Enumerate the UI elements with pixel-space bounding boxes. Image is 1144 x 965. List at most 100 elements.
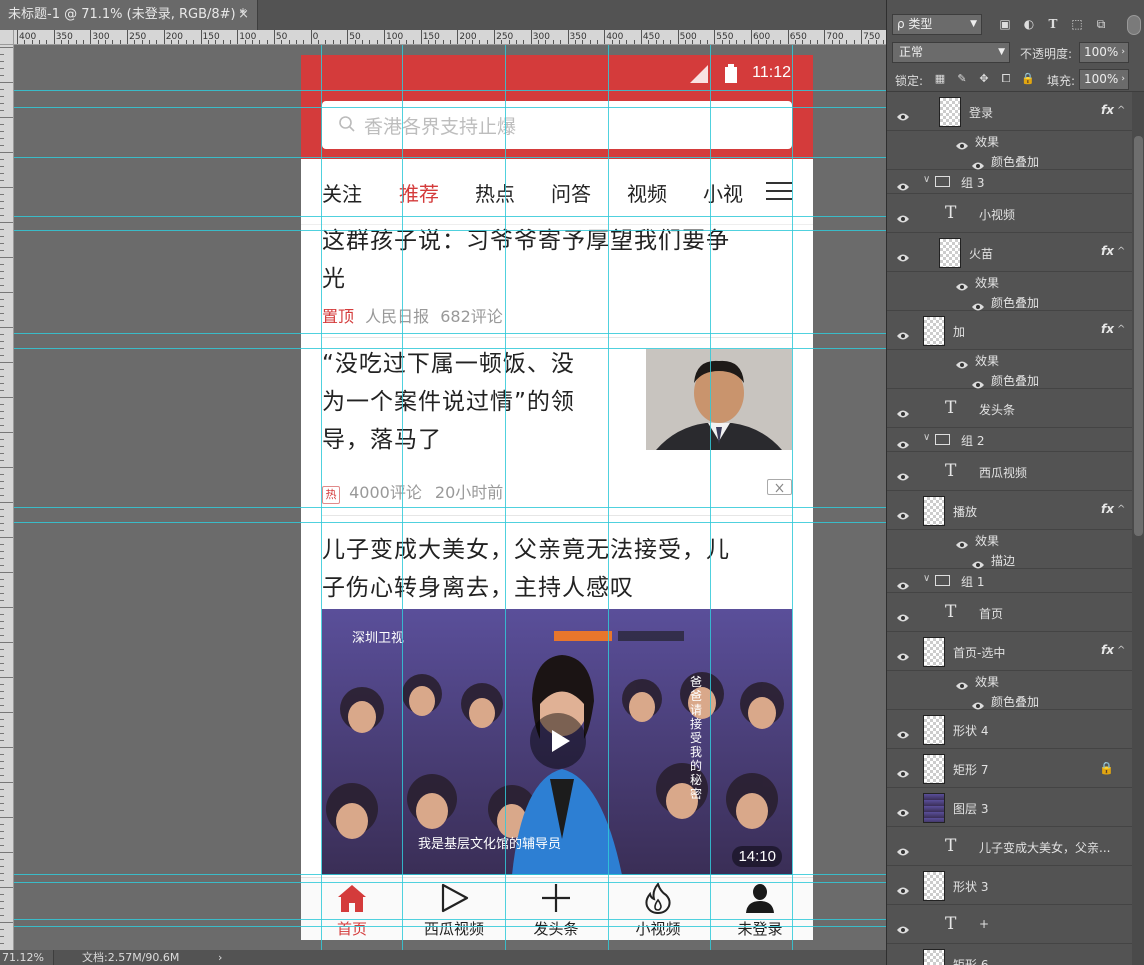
- horizontal-guide[interactable]: [14, 333, 886, 334]
- vertical-guide[interactable]: [792, 45, 793, 950]
- visibility-eye-icon[interactable]: [896, 647, 910, 660]
- layer-row[interactable]: 加 fx ^: [887, 311, 1132, 350]
- layer-row[interactable]: 描边: [887, 550, 1132, 569]
- lock-transparent-icon[interactable]: ▦: [933, 72, 947, 86]
- layer-row[interactable]: 形状 4: [887, 710, 1132, 749]
- layer-row[interactable]: 形状 3: [887, 866, 1132, 905]
- layer-row[interactable]: 效果: [887, 272, 1132, 292]
- collapse-effects-icon[interactable]: ^: [1117, 246, 1125, 257]
- visibility-eye-icon[interactable]: [896, 248, 910, 261]
- visibility-eye-icon[interactable]: [896, 326, 910, 339]
- ruler-corner[interactable]: [0, 30, 14, 45]
- effects-fx-icon[interactable]: fx: [1101, 502, 1114, 516]
- chevron-down-icon[interactable]: ∨: [923, 432, 930, 443]
- dismiss-button[interactable]: [767, 479, 792, 495]
- visibility-eye-icon[interactable]: [896, 177, 910, 191]
- visibility-eye-icon[interactable]: [896, 467, 910, 480]
- layer-row[interactable]: ∨ 组 3: [887, 170, 1132, 194]
- vertical-ruler[interactable]: [0, 45, 14, 950]
- visibility-eye-icon[interactable]: [971, 156, 985, 169]
- layer-row[interactable]: T 首页: [887, 593, 1132, 632]
- tab-small-video[interactable]: 小视频: [607, 878, 709, 940]
- opacity-input[interactable]: 100% ›: [1079, 42, 1129, 63]
- horizontal-guide[interactable]: [14, 216, 886, 217]
- visibility-eye-icon[interactable]: [896, 435, 910, 449]
- layer-row[interactable]: 播放 fx ^: [887, 491, 1132, 530]
- layers-scroll-thumb[interactable]: [1134, 136, 1143, 536]
- channel-qa[interactable]: 问答: [551, 178, 591, 207]
- visibility-eye-icon[interactable]: [971, 555, 985, 568]
- tab-home[interactable]: 首页: [301, 878, 403, 940]
- layer-row[interactable]: 效果: [887, 350, 1132, 370]
- status-menu-arrow-icon[interactable]: ›: [218, 950, 222, 965]
- channel-follow[interactable]: 关注: [322, 178, 362, 207]
- visibility-eye-icon[interactable]: [896, 764, 910, 777]
- visibility-eye-icon[interactable]: [896, 881, 910, 894]
- visibility-eye-icon[interactable]: [896, 404, 910, 417]
- fill-input[interactable]: 100% ›: [1079, 69, 1129, 90]
- type-filter-icon[interactable]: T: [1045, 16, 1061, 32]
- visibility-eye-icon[interactable]: [955, 136, 969, 150]
- collapse-effects-icon[interactable]: ^: [1117, 504, 1125, 515]
- channel-hot[interactable]: 热点: [475, 178, 515, 207]
- chevron-down-icon[interactable]: ∨: [923, 573, 930, 584]
- lock-all-icon[interactable]: 🔒: [1021, 72, 1035, 86]
- kind-filter-select[interactable]: ρ 类型 ▼: [892, 14, 982, 35]
- horizontal-guide[interactable]: [14, 90, 886, 91]
- visibility-eye-icon[interactable]: [896, 920, 910, 933]
- layer-row[interactable]: 火苗 fx ^: [887, 233, 1132, 272]
- shape-filter-icon[interactable]: ⬚: [1069, 16, 1085, 32]
- video-thumbnail[interactable]: 深圳卫视 爸爸请接受我的秘密 我是基层文化馆的辅导员 14:10: [322, 609, 792, 875]
- horizontal-ruler[interactable]: 400 350 300 250 200 150 100 50 0 50 100 150 200 250 30…: [14, 30, 886, 45]
- horizontal-guide[interactable]: [14, 107, 886, 108]
- visibility-eye-icon[interactable]: [896, 842, 910, 855]
- blend-mode-select[interactable]: 正常 ▼: [892, 42, 1010, 63]
- tab-post[interactable]: 发头条: [505, 878, 607, 940]
- channel-small-video[interactable]: 小视: [703, 178, 743, 207]
- visibility-eye-icon[interactable]: [896, 107, 910, 120]
- effects-fx-icon[interactable]: fx: [1101, 643, 1114, 657]
- visibility-eye-icon[interactable]: [971, 375, 985, 388]
- channel-video[interactable]: 视频: [627, 178, 667, 207]
- visibility-eye-icon[interactable]: [971, 297, 985, 310]
- horizontal-guide[interactable]: [14, 882, 886, 883]
- layer-row[interactable]: T 西瓜视频: [887, 452, 1132, 491]
- layers-scrollbar[interactable]: [1132, 92, 1144, 965]
- visibility-eye-icon[interactable]: [955, 277, 969, 291]
- visibility-eye-icon[interactable]: [955, 355, 969, 369]
- layer-row[interactable]: 效果: [887, 671, 1132, 691]
- filter-toggle[interactable]: [1127, 15, 1141, 35]
- play-button[interactable]: [530, 713, 586, 769]
- document-tab[interactable]: 未标题-1 @ 71.1% (未登录, RGB/8#) * ×: [0, 0, 258, 30]
- vertical-guide[interactable]: [402, 45, 403, 950]
- layer-row[interactable]: 颜色叠加: [887, 292, 1132, 311]
- vertical-guide[interactable]: [505, 45, 506, 950]
- layer-row[interactable]: 效果: [887, 131, 1132, 151]
- layer-row[interactable]: 登录 fx ^: [887, 92, 1132, 131]
- layer-row[interactable]: 矩形 7 🔒: [887, 749, 1132, 788]
- channel-recommend[interactable]: 推荐: [399, 178, 439, 207]
- search-input[interactable]: 香港各界支持止爆: [322, 101, 792, 149]
- vertical-guide[interactable]: [321, 45, 322, 950]
- horizontal-guide[interactable]: [14, 522, 886, 523]
- effects-fx-icon[interactable]: fx: [1101, 322, 1114, 336]
- layer-row[interactable]: T +: [887, 905, 1132, 944]
- visibility-eye-icon[interactable]: [896, 576, 910, 590]
- visibility-eye-icon[interactable]: [896, 608, 910, 621]
- lock-artboard-icon[interactable]: ⧠: [999, 72, 1013, 86]
- layer-row[interactable]: 效果: [887, 530, 1132, 550]
- close-tab-icon[interactable]: ×: [238, 0, 249, 30]
- visibility-eye-icon[interactable]: [955, 535, 969, 549]
- visibility-eye-icon[interactable]: [896, 209, 910, 222]
- visibility-eye-icon[interactable]: [896, 725, 910, 738]
- horizontal-guide[interactable]: [14, 507, 886, 508]
- visibility-eye-icon[interactable]: [955, 676, 969, 690]
- vertical-guide[interactable]: [710, 45, 711, 950]
- chevron-down-icon[interactable]: ∨: [923, 174, 930, 185]
- visibility-eye-icon[interactable]: [896, 803, 910, 816]
- collapse-effects-icon[interactable]: ^: [1117, 645, 1125, 656]
- effects-fx-icon[interactable]: fx: [1101, 244, 1114, 258]
- menu-icon[interactable]: [766, 181, 792, 201]
- layer-row[interactable]: 图层 3: [887, 788, 1132, 827]
- collapse-effects-icon[interactable]: ^: [1117, 105, 1125, 116]
